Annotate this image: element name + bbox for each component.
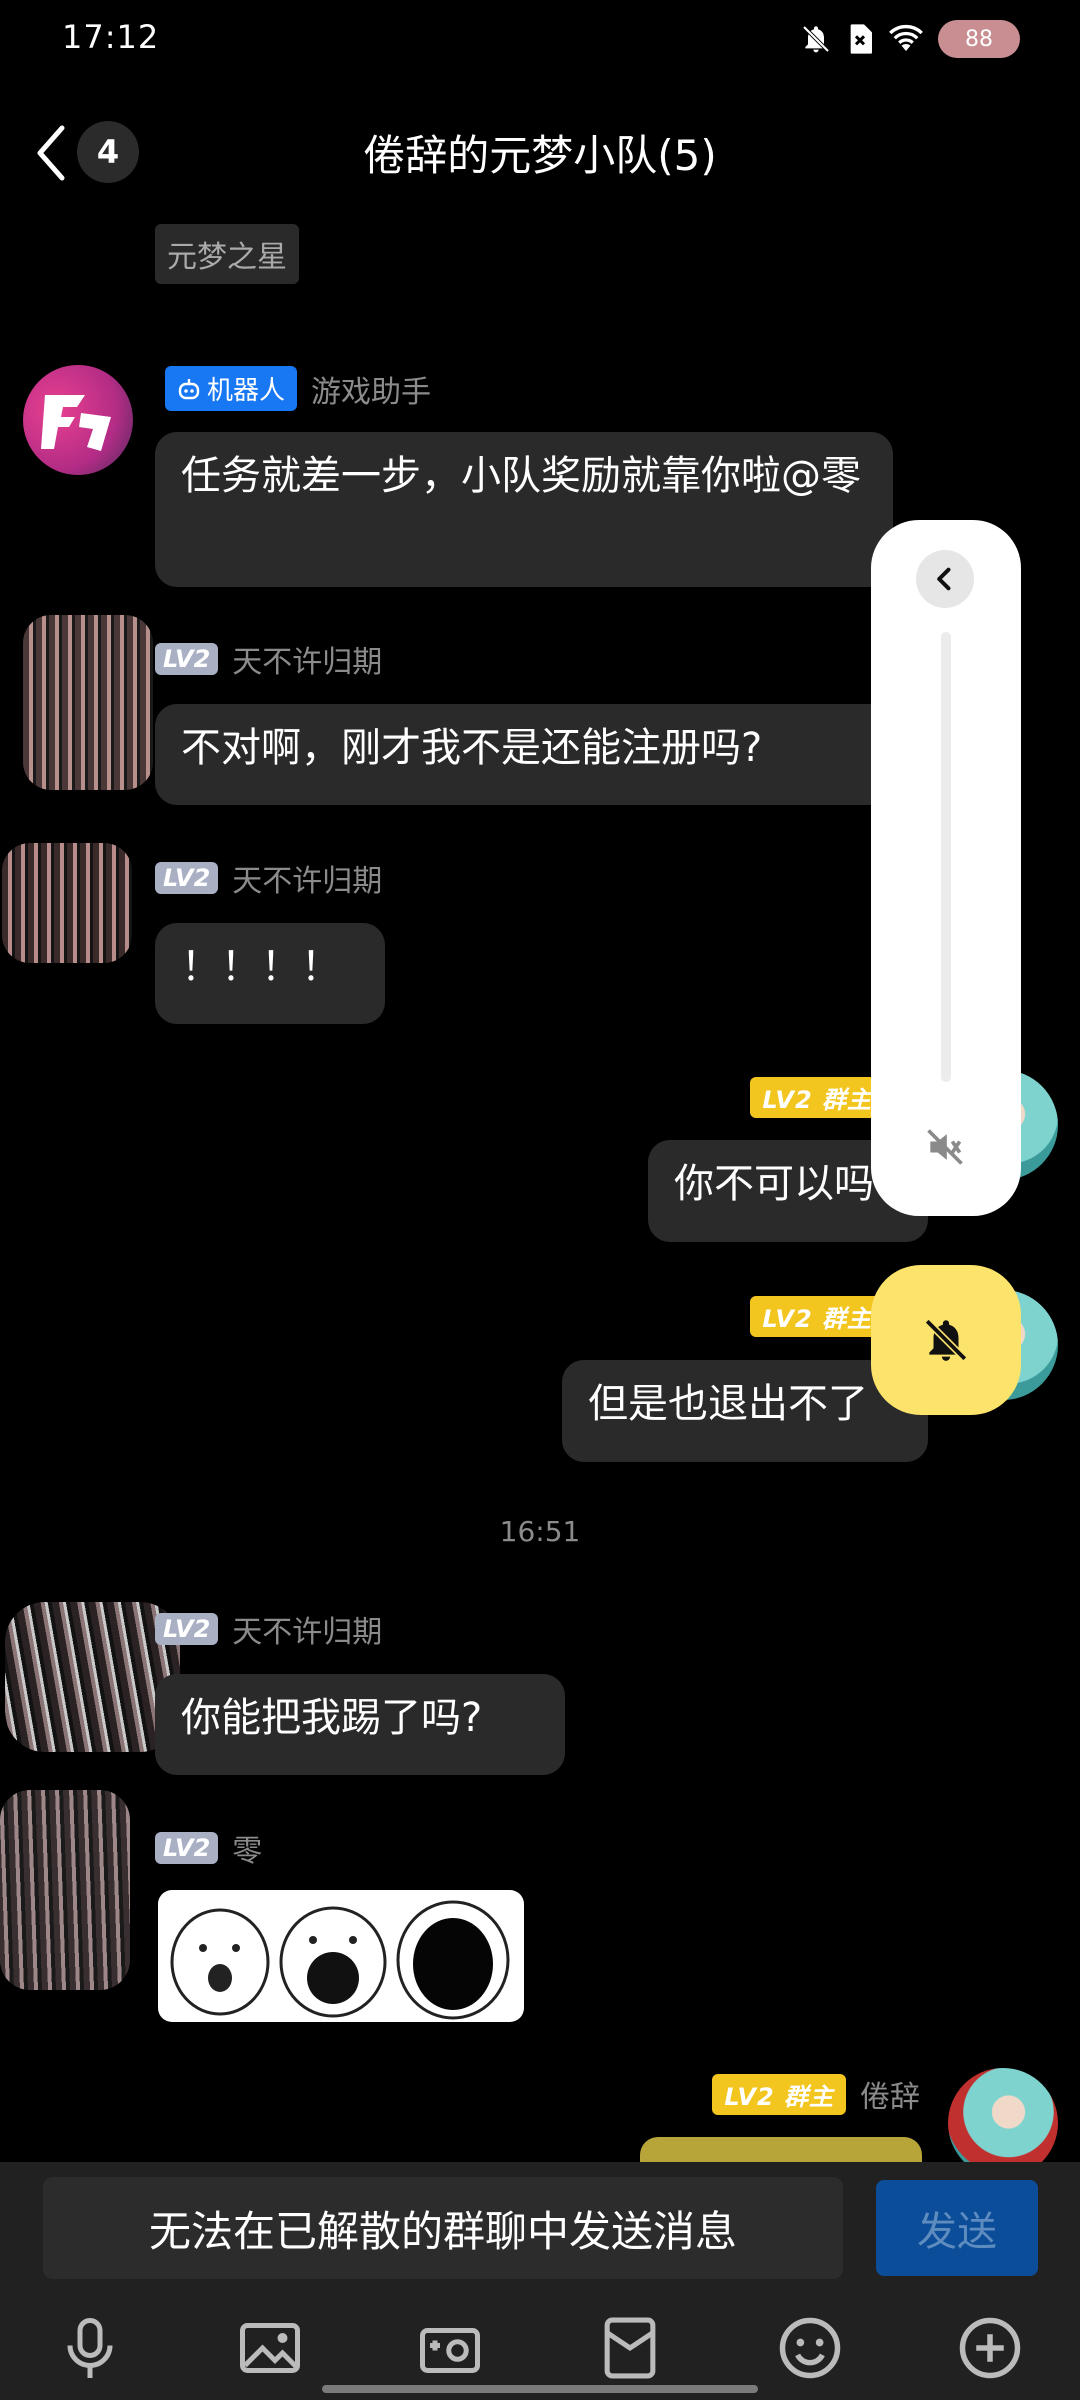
sender-name: 天不许归期 [232, 645, 383, 680]
sender-row: LV2 零 [155, 1826, 262, 1870]
robot-badge-label: 机器人 [207, 376, 286, 406]
sender-name: 零 [232, 1834, 263, 1869]
camera-icon [420, 2328, 480, 2373]
level-badge: LV2 [155, 862, 219, 894]
home-indicator[interactable] [322, 2385, 758, 2393]
sender-name: 倦辞 [860, 2080, 920, 2115]
sender-name: 天不许归期 [232, 1615, 383, 1650]
message-bubble[interactable]: 你能把我踢了吗? [155, 1674, 565, 1775]
image-button[interactable] [230, 2310, 310, 2386]
time-separator: 16:51 [499, 1515, 581, 1548]
speaker-muted-icon [927, 1129, 963, 1165]
avatar-tianbuxuguiqi[interactable] [23, 615, 153, 790]
microphone-icon [67, 2318, 113, 2378]
sender-name: 天不许归期 [232, 864, 383, 899]
level-badge: LV2 [155, 1832, 219, 1864]
message-bubble[interactable]: 不对啊，刚才我不是还能注册吗? [155, 704, 893, 805]
image-icon [240, 2323, 300, 2373]
sticker-image[interactable] [158, 1890, 524, 2022]
avatar-tianbuxuguiqi[interactable] [5, 1602, 180, 1752]
red-packet-button[interactable] [590, 2310, 670, 2386]
avatar-ling[interactable] [0, 1790, 130, 1990]
voice-button[interactable] [50, 2310, 130, 2386]
owner-level-badge: LV2 群主 [750, 1295, 884, 1337]
level-badge: LV2 [155, 1613, 219, 1645]
send-button[interactable]: 发送 [876, 2180, 1038, 2276]
robot-badge: 机器人 [165, 366, 298, 411]
sender-row: LV2 天不许归期 [155, 637, 382, 681]
game-tag: 元梦之星 [155, 224, 299, 284]
emoji-icon [779, 2317, 841, 2379]
avatar-tianbuxuguiqi[interactable] [2, 843, 132, 963]
battery-indicator: 88 [938, 20, 1020, 58]
robot-icon [178, 378, 200, 399]
status-icons: 88 [800, 20, 1020, 58]
chevron-left-icon [937, 567, 951, 591]
do-not-disturb-icon [802, 25, 830, 53]
no-sim-icon [850, 24, 872, 54]
camera-button[interactable] [410, 2310, 490, 2386]
assistant-logo-icon [41, 395, 111, 451]
sender-row: LV2 群主 倦辞 [712, 2072, 920, 2116]
message-bubble[interactable]: 任务就差一步，小队奖励就靠你啦@零 [155, 432, 893, 587]
message-bubble[interactable]: ！！！！ [155, 923, 385, 1024]
ringer-mode-button[interactable] [871, 1265, 1021, 1415]
level-badge: LV2 [155, 643, 219, 675]
sender-row: 机器人 游戏助手 [165, 366, 431, 411]
emoji-button[interactable] [770, 2310, 850, 2386]
avatar-game-assistant[interactable] [23, 365, 133, 475]
bear-sticker-icon [170, 1900, 510, 2020]
bell-off-icon [924, 1318, 968, 1362]
volume-muted-button[interactable] [915, 1122, 975, 1172]
volume-collapse-button[interactable] [916, 550, 974, 608]
red-packet-icon [604, 2317, 656, 2379]
message-input[interactable]: 无法在已解散的群聊中发送消息 [43, 2177, 843, 2279]
status-time: 17:12 [62, 18, 160, 56]
group-title: 倦辞的元梦小队(5) [363, 131, 717, 180]
sender-row: LV2 天不许归期 [155, 1607, 382, 1651]
volume-slider[interactable] [941, 632, 951, 1082]
sender-row: LV2 天不许归期 [155, 856, 382, 900]
wifi-icon [889, 25, 923, 51]
owner-level-badge: LV2 群主 [712, 2073, 846, 2115]
sender-name: 游戏助手 [311, 374, 432, 410]
more-button[interactable] [950, 2310, 1030, 2386]
plus-icon [959, 2317, 1021, 2379]
owner-level-badge: LV2 群主 [750, 1076, 884, 1118]
